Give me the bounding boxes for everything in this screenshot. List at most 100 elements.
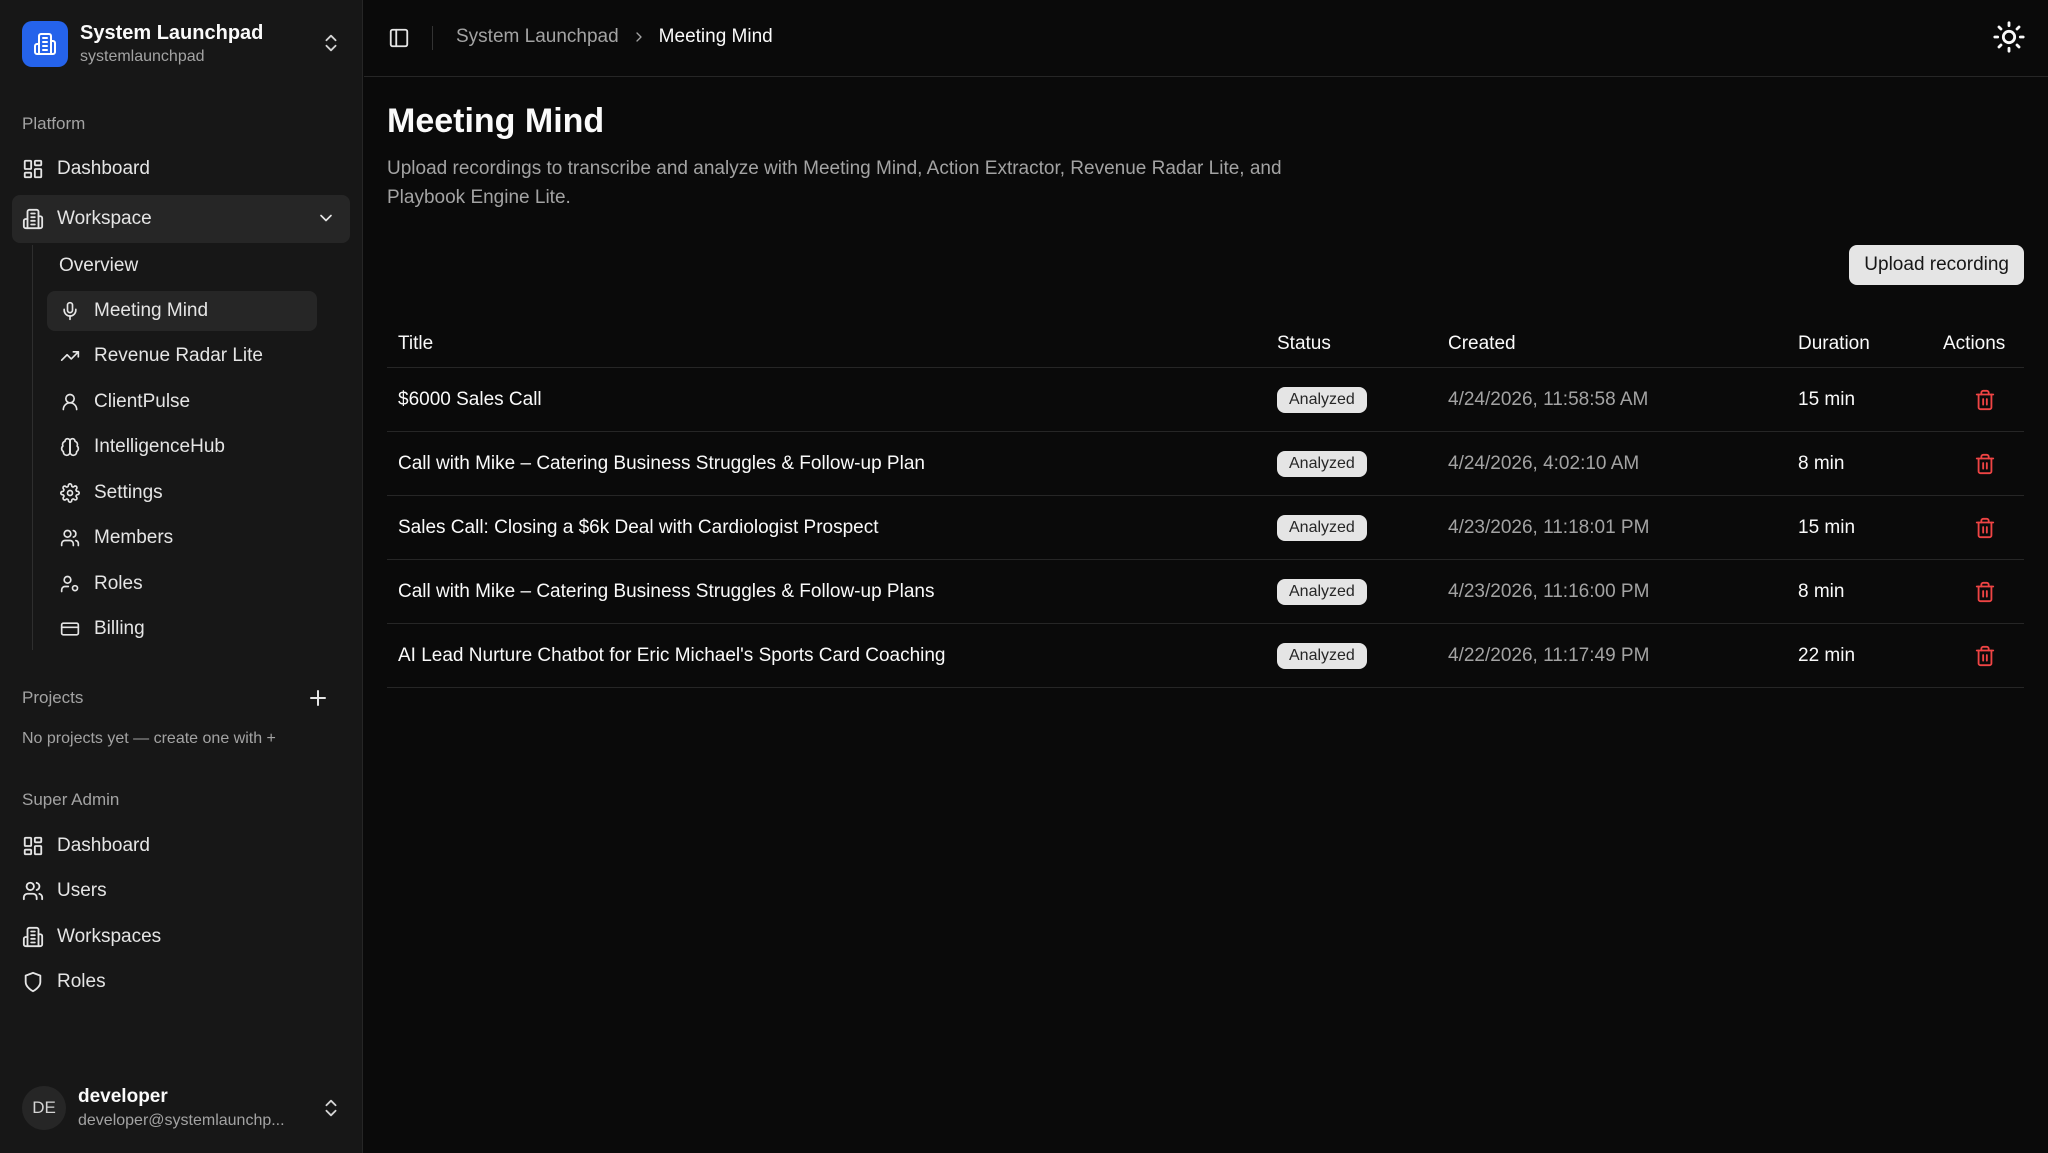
- sidebar-item-intelligencehub[interactable]: IntelligenceHub: [47, 427, 317, 467]
- sidebar-item-dashboard[interactable]: Dashboard: [12, 147, 350, 191]
- column-header-status: Status: [1277, 332, 1331, 354]
- table-row[interactable]: Call with Mike – Catering Business Strug…: [387, 560, 2024, 624]
- chevrons-up-down-icon: [320, 1097, 342, 1119]
- recording-title[interactable]: Call with Mike – Catering Business Strug…: [398, 560, 934, 623]
- table-row[interactable]: Call with Mike – Catering Business Strug…: [387, 432, 2024, 496]
- duration: 15 min: [1798, 388, 1856, 410]
- created-timestamp: 4/24/2026, 11:58:58 AM: [1448, 388, 1649, 410]
- building-icon: [22, 21, 68, 67]
- sidebar-item-roles[interactable]: Roles: [47, 564, 317, 604]
- created-timestamp: 4/24/2026, 4:02:10 AM: [1448, 452, 1640, 474]
- projects-empty-text: No projects yet — create one with +: [22, 730, 276, 747]
- status-badge: Analyzed: [1277, 450, 1367, 477]
- sidebar-item-label: Settings: [94, 482, 163, 503]
- table-row[interactable]: AI Lead Nurture Chatbot for Eric Michael…: [387, 624, 2024, 688]
- status-badge: Analyzed: [1277, 578, 1367, 605]
- recording-title[interactable]: AI Lead Nurture Chatbot for Eric Michael…: [398, 624, 946, 687]
- page-description: Upload recordings to transcribe and anal…: [387, 158, 1282, 208]
- chevron-right-icon: [631, 29, 647, 45]
- table-row[interactable]: Sales Call: Closing a $6k Deal with Card…: [387, 496, 2024, 560]
- breadcrumb-current: Meeting Mind: [658, 26, 773, 47]
- sidebar-item-label: Billing: [94, 618, 145, 639]
- breadcrumb-parent[interactable]: System Launchpad: [456, 26, 619, 48]
- duration: 8 min: [1798, 452, 1845, 474]
- column-header-title: Title: [398, 332, 434, 354]
- sidebar-item-members[interactable]: Members: [47, 518, 317, 558]
- sidebar-toggle-icon[interactable]: [388, 27, 410, 49]
- user-cog-icon: [59, 573, 81, 595]
- delete-button[interactable]: [1974, 496, 1996, 559]
- sidebar-item-label: Users: [57, 880, 107, 901]
- user-email: developer@systemlaunchp...: [78, 1112, 285, 1129]
- delete-button[interactable]: [1974, 624, 1996, 687]
- sidebar-item-label: Dashboard: [57, 835, 150, 856]
- sidebar-item-admin-roles[interactable]: Roles: [12, 960, 350, 1004]
- top-bar: System Launchpad Meeting Mind: [364, 0, 2048, 77]
- credit-card-icon: [59, 618, 81, 640]
- sidebar-item-label: Overview: [59, 255, 139, 276]
- recording-title[interactable]: $6000 Sales Call: [398, 368, 542, 431]
- breadcrumb: System Launchpad Meeting Mind: [456, 26, 773, 48]
- sidebar-item-label: Roles: [94, 573, 143, 594]
- brain-icon: [59, 436, 81, 458]
- sidebar-item-label: Roles: [57, 971, 106, 992]
- user-name: developer: [78, 1086, 168, 1107]
- sidebar-item-label: Dashboard: [57, 158, 150, 179]
- shield-icon: [22, 971, 44, 993]
- recording-title[interactable]: Call with Mike – Catering Business Strug…: [398, 432, 925, 495]
- workspace-name: System Launchpad: [80, 22, 264, 44]
- sidebar-item-overview[interactable]: Overview: [47, 246, 317, 286]
- recording-title[interactable]: Sales Call: Closing a $6k Deal with Card…: [398, 496, 879, 559]
- submenu-guide-line: [32, 245, 33, 650]
- gear-icon: [59, 482, 81, 504]
- sidebar-item-admin-dashboard[interactable]: Dashboard: [12, 824, 350, 868]
- table-row[interactable]: $6000 Sales Call Analyzed 4/24/2026, 11:…: [387, 368, 2024, 432]
- user-menu[interactable]: DE developer developer@systemlaunchp...: [22, 1085, 342, 1131]
- workspace-switcher[interactable]: System Launchpad systemlaunchpad: [22, 20, 342, 68]
- sidebar-item-label: ClientPulse: [94, 391, 191, 412]
- delete-button[interactable]: [1974, 560, 1996, 623]
- super-admin-section-label: Super Admin: [22, 790, 120, 809]
- chevron-down-icon: [316, 208, 336, 228]
- sidebar-item-label: Workspace: [57, 208, 152, 229]
- sidebar-item-users[interactable]: Users: [12, 869, 350, 913]
- delete-button[interactable]: [1974, 368, 1996, 431]
- sidebar-item-meeting-mind[interactable]: Meeting Mind: [47, 291, 317, 331]
- status-badge: Analyzed: [1277, 514, 1367, 541]
- building-icon: [22, 926, 44, 948]
- recordings-table: Title Status Created Duration Actions $6…: [387, 320, 2024, 688]
- user-icon: [59, 391, 81, 413]
- sidebar-item-label: IntelligenceHub: [94, 436, 225, 457]
- sidebar: System Launchpad systemlaunchpad Platfor…: [0, 0, 363, 1153]
- delete-button[interactable]: [1974, 432, 1996, 495]
- trending-up-icon: [59, 345, 81, 367]
- users-icon: [59, 527, 81, 549]
- theme-toggle-sun-icon[interactable]: [1992, 20, 2026, 54]
- created-timestamp: 4/23/2026, 11:16:00 PM: [1448, 580, 1650, 602]
- sidebar-item-revenue-radar-lite[interactable]: Revenue Radar Lite: [47, 336, 317, 376]
- sidebar-item-label: Workspaces: [57, 926, 162, 947]
- duration: 22 min: [1798, 644, 1856, 666]
- trash-icon: [1974, 645, 1996, 667]
- trash-icon: [1974, 453, 1996, 475]
- sidebar-item-clientpulse[interactable]: ClientPulse: [47, 382, 317, 422]
- workspace-slug: systemlaunchpad: [80, 48, 205, 65]
- sidebar-item-label: Members: [94, 527, 174, 548]
- trash-icon: [1974, 389, 1996, 411]
- sidebar-item-billing[interactable]: Billing: [47, 609, 317, 649]
- sidebar-item-workspace[interactable]: Workspace: [12, 195, 350, 243]
- column-header-duration: Duration: [1798, 332, 1870, 354]
- add-project-icon[interactable]: [306, 686, 330, 710]
- projects-section-label: Projects: [22, 688, 84, 707]
- duration: 15 min: [1798, 516, 1856, 538]
- duration: 8 min: [1798, 580, 1845, 602]
- upload-recording-button[interactable]: Upload recording: [1849, 245, 2024, 285]
- layout-dashboard-icon: [22, 835, 44, 857]
- building-icon: [22, 208, 44, 230]
- sidebar-item-settings[interactable]: Settings: [47, 473, 317, 513]
- sidebar-item-workspaces[interactable]: Workspaces: [12, 915, 350, 959]
- chevrons-up-down-icon: [320, 32, 342, 54]
- users-icon: [22, 880, 44, 902]
- created-timestamp: 4/23/2026, 11:18:01 PM: [1448, 516, 1650, 538]
- table-header-row: Title Status Created Duration Actions: [387, 320, 2024, 368]
